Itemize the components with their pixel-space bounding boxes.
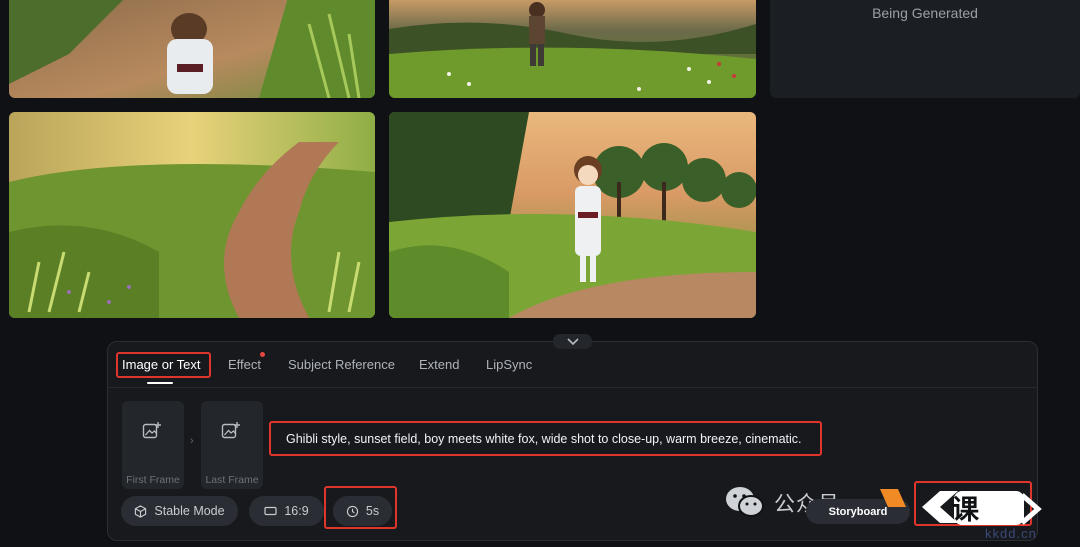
thumbnail-art: [9, 0, 375, 98]
duration-label: 5s: [365, 504, 380, 518]
last-frame-upload[interactable]: Last Frame: [201, 401, 263, 489]
thumbnail-art: [389, 0, 756, 98]
video-thumbnail-boy-field[interactable]: [389, 0, 756, 98]
chevron-down-icon: [566, 337, 579, 345]
aspect-ratio-label: 16:9: [284, 504, 309, 518]
generating-card: Being Generated: [770, 0, 1080, 98]
image-add-icon: [221, 422, 240, 439]
image-add-icon: [142, 422, 161, 439]
logo-character: 课: [952, 495, 979, 525]
tab-effect[interactable]: Effect: [228, 357, 261, 372]
first-frame-label: First Frame: [126, 474, 180, 486]
aspect-ratio-icon: [264, 506, 277, 516]
tab-extend[interactable]: Extend: [419, 357, 459, 372]
first-frame-upload[interactable]: First Frame: [122, 401, 184, 489]
aspect-ratio-button[interactable]: 16:9: [249, 496, 324, 526]
stable-mode-button[interactable]: Stable Mode: [121, 496, 238, 526]
active-tab-indicator: [147, 382, 173, 384]
collapse-panel-button[interactable]: [553, 334, 592, 349]
stable-mode-label: Stable Mode: [154, 504, 225, 518]
clock-icon: [346, 505, 359, 517]
duration-button[interactable]: 5s: [333, 496, 392, 526]
wechat-icon: [726, 487, 764, 517]
video-thumbnail-boy-path[interactable]: [9, 0, 375, 98]
new-badge: [260, 352, 265, 357]
site-watermark: kkdd.cn: [985, 526, 1037, 541]
last-frame-label: Last Frame: [205, 474, 259, 486]
tab-lipsync[interactable]: LipSync: [486, 357, 532, 372]
prompt-input[interactable]: Ghibli style, sunset field, boy meets wh…: [269, 421, 822, 456]
thumbnail-art: [389, 112, 756, 318]
tab-image-or-text[interactable]: Image or Text: [122, 357, 201, 372]
orange-flag-icon: [880, 489, 906, 507]
chevron-right-icon: ›: [190, 435, 194, 447]
tab-subject-reference[interactable]: Subject Reference: [288, 357, 395, 372]
video-thumbnail-boy-sunset[interactable]: [389, 112, 756, 318]
cube-icon: [135, 504, 147, 518]
generating-status: Being Generated: [872, 5, 978, 21]
thumbnail-art: [9, 112, 375, 318]
video-thumbnail-dirt-path[interactable]: [9, 112, 375, 318]
logo-mark: [922, 491, 1042, 525]
